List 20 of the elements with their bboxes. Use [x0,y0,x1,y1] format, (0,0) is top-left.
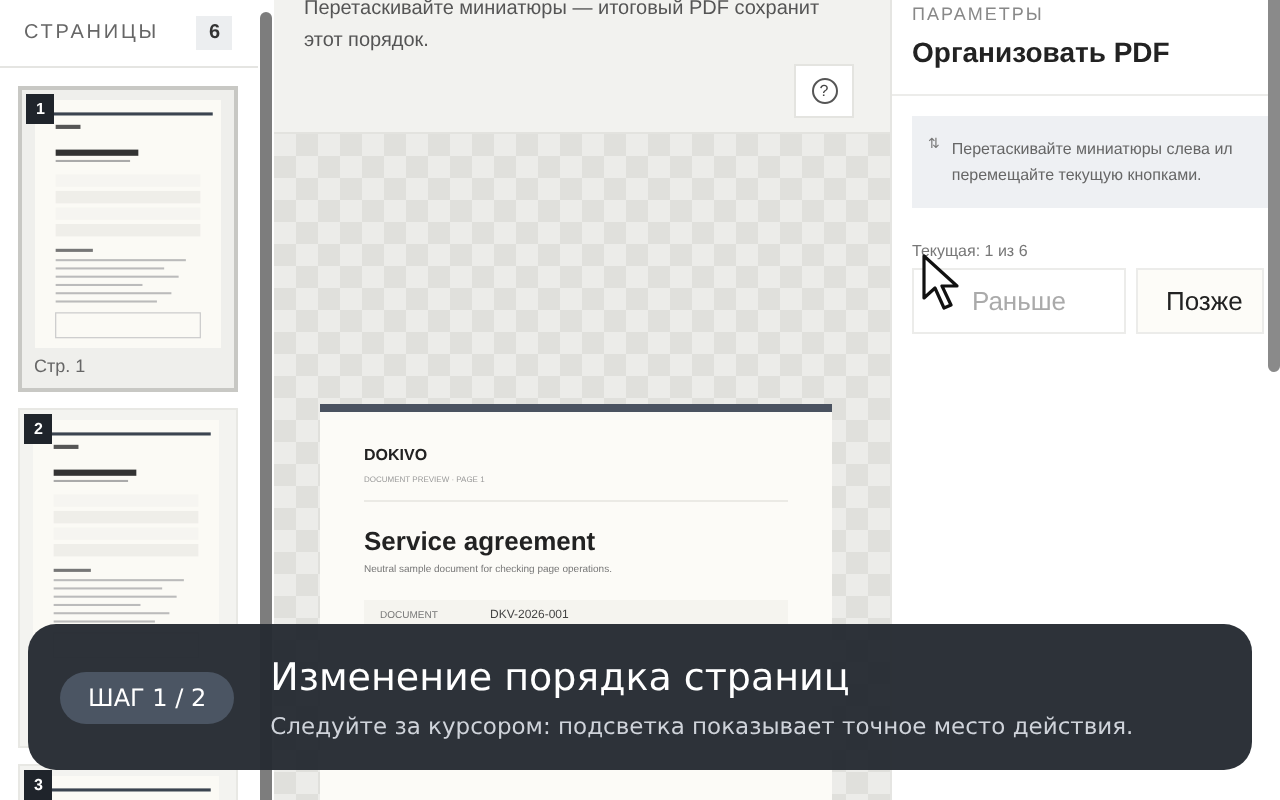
page-number-badge: 3 [24,770,53,800]
page-number-badge: 2 [24,414,53,444]
page-caption: Стр. 1 [34,354,88,380]
tour-title: Изменение порядка страниц [270,655,852,699]
pages-heading: СТРАНИЦЫ [24,22,160,44]
section-label: ПАРАМЕТРЫ [912,4,1046,24]
help-icon: ? [811,78,837,104]
brand-text: DOKIVO [364,446,430,464]
page-number-badge: 1 [26,94,55,124]
scrollbar[interactable] [1268,0,1280,372]
tour-text: Следуйте за курсором: подсветка показывает точное место действия. [270,711,1134,739]
page-thumbnail[interactable]: 1 Стр. 1 [18,86,238,392]
help-button[interactable]: ? [794,64,854,118]
current-page-text: Текущая: 1 из 6 [912,242,1030,260]
document-title: Service agreement [364,526,598,556]
move-button[interactable]: Позже [1136,268,1264,334]
panel-title: Организовать PDF [912,36,1172,68]
info-text: Перетаскивайте миниатюры слева ил перемещайте текущую кнопками. [951,138,1233,188]
page-count-badge: 6 [196,16,232,50]
step-badge: ШАГ 1 / 2 [60,671,235,723]
